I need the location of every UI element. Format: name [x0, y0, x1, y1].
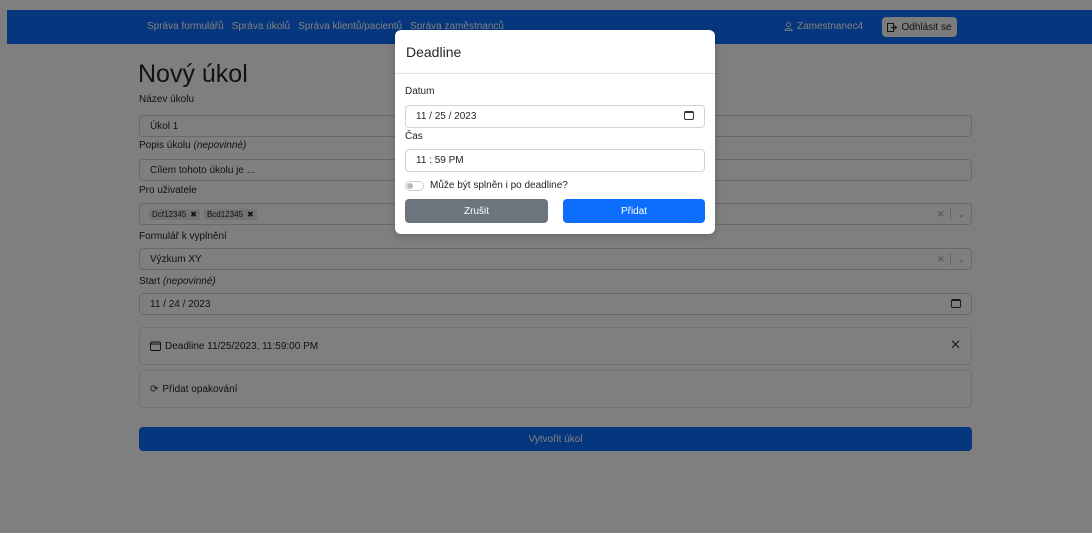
toggle-label: Může být splněn i po deadline?: [430, 180, 568, 191]
after-deadline-toggle[interactable]: [405, 181, 424, 191]
calendar-icon[interactable]: [684, 111, 694, 120]
date-label: Datum: [405, 86, 435, 97]
date-value: 11 / 25 / 2023: [416, 111, 477, 122]
time-value: 11 : 59 PM: [416, 155, 464, 166]
deadline-modal: Deadline Datum 11 / 25 / 2023 Čas 11 : 5…: [395, 30, 715, 234]
date-input[interactable]: 11 / 25 / 2023: [405, 105, 705, 128]
time-label: Čas: [405, 131, 423, 142]
modal-title: Deadline: [395, 30, 715, 74]
time-input[interactable]: 11 : 59 PM: [405, 149, 705, 172]
add-button[interactable]: Přidat: [563, 199, 705, 223]
cancel-button[interactable]: Zrušit: [405, 199, 548, 223]
